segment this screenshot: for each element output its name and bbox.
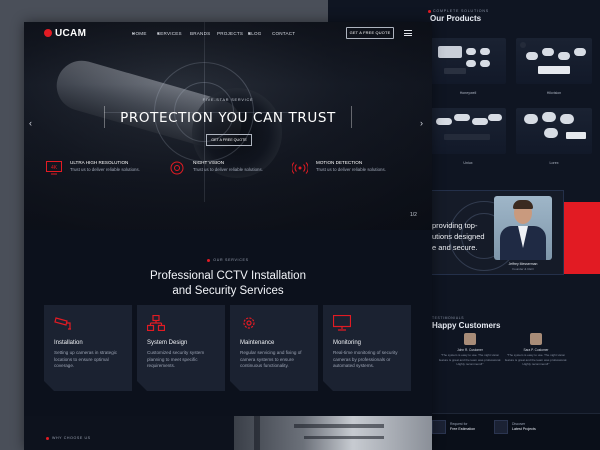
services-section: OUR SERVICES Professional CCTV Installat… [24,230,432,416]
product-label: Lorex [549,161,559,165]
service-card-maintenance[interactable]: Maintenance Regular servicing and fixing… [230,305,318,391]
product-card[interactable]: Hikvision [512,34,596,100]
testimonials-kicker: TESTIMONIALS [432,316,465,320]
testimonial-text: "The system is easy to use. The night vi… [504,353,568,367]
product-card[interactable]: Uniux [426,104,510,170]
nav-contact[interactable]: CONTACT [272,31,295,36]
slide-pager: 1/2 [410,212,417,218]
camera-set-image [516,38,592,84]
top-nav: UCAM HOME ▾ SERVICES ▾ BRANDS PROJECTS B… [24,22,432,44]
why-kicker: WHY CHOOSE US [46,436,91,440]
product-card[interactable]: Honeywell [426,34,510,100]
founder-name: Jeffrey Messerman [508,262,538,266]
svg-text:4K: 4K [51,165,58,171]
testimonials-title: Happy Customers [432,321,501,330]
avatar [464,333,476,345]
document-icon [432,420,446,434]
founder-role: Founder & CEO [512,267,534,271]
projects-link[interactable]: Discover Latest Projects [494,420,564,434]
service-card-installation[interactable]: Installation Setting up cameras in strat… [44,305,132,391]
logo-icon [44,29,52,37]
feature-motion-detection: MOTION DETECTION Trust us to deliver rel… [292,160,412,180]
nav-home[interactable]: HOME ▾ [132,31,146,37]
testimonial-card: John R. Customer "The system is easy to … [436,333,504,389]
service-card-monitoring[interactable]: Monitoring Real-time monitoring of secur… [323,305,411,391]
hero-quote-button[interactable]: GET A FREE QUOTE [206,134,252,146]
cta-strip: Request for Free Estimation Discover Lat… [432,413,600,450]
hero-kicker: FIVE-STAR SERVICE [202,98,254,102]
nav-brands[interactable]: BRANDS [190,31,210,36]
hamburger-menu-icon[interactable] [404,30,412,36]
hero-headline: PROTECTION YOU CAN TRUST [120,110,336,126]
feature-night-vision: NIGHT VISION Trust us to deliver reliabl… [169,160,289,180]
motion-sensor-icon [292,162,308,174]
testimonial-card: Sara P. Customer "The system is easy to … [502,333,570,389]
product-card[interactable]: Lorex [512,104,596,170]
founder-photo [494,196,552,260]
monitor-icon [333,315,351,331]
nav-services[interactable]: SERVICES ▾ [157,31,182,37]
product-label: Uniux [463,161,473,165]
about-text: providing top- utions designed e and sec… [432,221,485,252]
folder-icon [494,420,508,434]
testimonial-name: Sara P. Customer [523,348,549,352]
products-kicker: COMPLETE SOLUTIONS [428,9,489,13]
network-diagram-icon [147,315,165,331]
dome-camera-kit-image [516,108,592,154]
home-page: UCAM HOME ▾ SERVICES ▾ BRANDS PROJECTS B… [24,22,432,450]
services-title: Professional CCTV Installation and Secur… [150,270,306,297]
cctv-camera-icon [54,315,72,331]
product-label: Honeywell [459,91,477,95]
feature-resolution: 4K ULTRA HIGH RESOLUTION Trust us to del… [46,160,166,180]
service-card-system-design[interactable]: System Design Customized security system… [137,305,225,391]
hero-section: UCAM HOME ▾ SERVICES ▾ BRANDS PROJECTS B… [24,22,432,230]
4k-monitor-icon: 4K [46,161,62,175]
building-image [234,416,432,450]
dvr-kit-image [430,38,506,84]
avatar [530,333,542,345]
services-kicker: OUR SERVICES [24,258,432,262]
nav-quote-button[interactable]: GET A FREE QUOTE [346,27,394,39]
product-label: Hikvision [546,91,562,95]
nav-blog[interactable]: BLOG ▾ [248,31,261,37]
gear-icon [240,315,258,331]
bullet-camera-kit-image [430,108,506,154]
logo[interactable]: UCAM [44,28,86,39]
why-choose-section: WHY CHOOSE US [24,416,432,450]
night-vision-icon [170,161,184,175]
estimation-link[interactable]: Request for Free Estimation [432,420,502,434]
products-title: Our Products [430,14,482,23]
testimonial-name: John R. Customer [457,348,483,352]
nav-projects[interactable]: PROJECTS [217,31,243,36]
testimonial-text: "The system is easy to use. The night vi… [438,353,502,367]
